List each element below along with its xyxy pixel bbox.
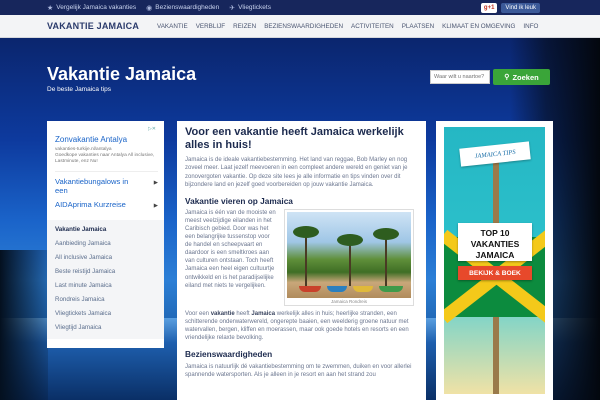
section-paragraph-2: Voor een vakantie heeft Jamaica werkelij… bbox=[185, 310, 418, 342]
nav-menu: Vakantie Verblijf Reizen Bezienswaardigh… bbox=[157, 23, 546, 30]
plane-icon: ✈ bbox=[229, 4, 236, 12]
topbar-link-label: Vliegtickets bbox=[238, 4, 271, 11]
chevron-right-icon: ▶ bbox=[153, 203, 158, 210]
search-button[interactable]: ⚲ Zoeken bbox=[493, 69, 550, 85]
palm-leaves bbox=[373, 227, 399, 240]
social-buttons: g+1 Vind ik leuk bbox=[480, 3, 540, 13]
right-sidebar: JAMAICA TIPS TOP 10 VAKANTIES JAMAICA BE… bbox=[436, 121, 553, 400]
section-paragraph-3: Jamaica is natuurlijk dé vakantiebestemm… bbox=[185, 364, 412, 379]
topbar-link-flights[interactable]: ✈ Vliegtickets bbox=[229, 4, 271, 12]
ad-option-1[interactable]: Vakantiebungalows in een ▶ bbox=[55, 177, 158, 195]
text-span: heeft bbox=[234, 310, 252, 317]
banner-sign-title: JAMAICA TIPS bbox=[459, 141, 531, 167]
section-title-bezienswaardigheden: Bezienswaardigheden bbox=[185, 349, 273, 360]
top-bar: ★ Vergelijk Jamaica vakanties ◉ Beziensw… bbox=[0, 0, 600, 15]
nav-item-verblijf[interactable]: Verblijf bbox=[196, 23, 225, 30]
nav-item-info[interactable]: Info bbox=[523, 23, 538, 30]
ad-block: ▷✕ Zonvakantie Antalya vakanties-turkije… bbox=[47, 121, 164, 210]
sidebar-item-vliegtijd[interactable]: Vliegtijd Jamaica bbox=[55, 321, 164, 335]
nav-item-vakantie[interactable]: Vakantie bbox=[157, 23, 188, 30]
facebook-like-button[interactable]: Vind ik leuk bbox=[501, 3, 540, 13]
topbar-link-label: Bezienswaardigheden bbox=[155, 4, 220, 11]
jamaica-tips-banner[interactable]: JAMAICA TIPS TOP 10 VAKANTIES JAMAICA BE… bbox=[444, 127, 545, 394]
star-icon: ★ bbox=[47, 4, 54, 12]
sidebar-item-vakantie-jamaica[interactable]: Vakantie Jamaica bbox=[55, 223, 164, 237]
ad-option-2[interactable]: AIDAprima Kurzreise ▶ bbox=[55, 200, 158, 210]
ad-divider bbox=[55, 170, 158, 172]
sidebar-item-last-minute[interactable]: Last minute Jamaica bbox=[55, 279, 164, 293]
boat bbox=[353, 285, 373, 292]
search-input[interactable] bbox=[430, 70, 490, 84]
topbar-link-sights[interactable]: ◉ Bezienswaardigheden bbox=[146, 4, 219, 12]
sidebar-item-beste-reistijd[interactable]: Beste reistijd Jamaica bbox=[55, 265, 164, 279]
main-navbar: VAKANTIE JAMAICA Vakantie Verblijf Reize… bbox=[0, 15, 600, 38]
sidebar-item-all-inclusive[interactable]: All inclusive Jamaica bbox=[55, 251, 164, 265]
search-button-label: Zoeken bbox=[512, 72, 539, 82]
section-title-vakantie: Vakantie vieren op Jamaica bbox=[185, 195, 293, 206]
palm-trunk bbox=[385, 231, 387, 286]
facebook-like-label: Vind ik leuk bbox=[505, 5, 536, 11]
main-content: Voor een vakantie heeft Jamaica werkelij… bbox=[177, 121, 426, 400]
ad-option-label: AIDAprima Kurzreise bbox=[55, 200, 126, 210]
boat bbox=[379, 285, 403, 292]
sidebar-item-rondreis[interactable]: Rondreis Jamaica bbox=[55, 293, 164, 307]
nav-item-reizen[interactable]: Reizen bbox=[233, 23, 256, 30]
ad-description: vakanties-turkije.nl/antalya Goedkope va… bbox=[55, 147, 155, 164]
bold-text: Jamaica bbox=[251, 310, 276, 317]
site-logo[interactable]: VAKANTIE JAMAICA bbox=[47, 21, 139, 31]
ad-title-link[interactable]: Zonvakantie Antalya bbox=[55, 135, 158, 144]
palm-leaves bbox=[293, 225, 319, 238]
nav-item-klimaat[interactable]: Klimaat en omgeving bbox=[442, 23, 515, 30]
banner-sign-main: TOP 10 VAKANTIES JAMAICA bbox=[458, 223, 532, 261]
nav-item-plaatsen[interactable]: Plaatsen bbox=[402, 23, 434, 30]
nav-item-bezienswaardigheden[interactable]: Bezienswaardigheden bbox=[264, 23, 343, 30]
banner-cta-button[interactable]: BEKIJK & BOEK bbox=[458, 266, 532, 280]
bold-text: vakantie bbox=[210, 310, 235, 317]
ad-option-label: Vakantiebungalows in een bbox=[55, 176, 129, 196]
boat bbox=[299, 285, 321, 292]
article-photo[interactable]: Jamaica Rondreis bbox=[284, 208, 414, 306]
palm-leaves bbox=[337, 233, 363, 246]
section-paragraph: Jamaica is één van de mooiste en meest v… bbox=[185, 209, 276, 289]
photo-caption: Jamaica Rondreis bbox=[330, 298, 367, 304]
topbar-link-label: Vergelijk Jamaica vakanties bbox=[56, 4, 137, 11]
topbar-link-compare[interactable]: ★ Vergelijk Jamaica vakanties bbox=[47, 4, 136, 12]
page-title: Voor een vakantie heeft Jamaica werkelij… bbox=[185, 126, 404, 152]
left-sidebar: ▷✕ Zonvakantie Antalya vakanties-turkije… bbox=[47, 121, 164, 348]
text-span: Voor een bbox=[185, 310, 211, 317]
eye-icon: ◉ bbox=[146, 4, 153, 12]
beach-boats-image bbox=[287, 211, 411, 298]
chevron-right-icon: ▶ bbox=[153, 179, 158, 186]
ad-choices-icon[interactable]: ▷✕ bbox=[148, 126, 156, 132]
sidebar-item-aanbieding[interactable]: Aanbieding Jamaica bbox=[55, 237, 164, 251]
background-palm-silhouette-left bbox=[0, 250, 48, 400]
section-text-column: Jamaica is één van de mooiste en meest v… bbox=[185, 209, 277, 306]
hero-title: Vakantie Jamaica bbox=[47, 64, 197, 84]
gplus-button[interactable]: g+1 bbox=[480, 3, 498, 13]
nav-item-activiteiten[interactable]: Activiteiten bbox=[351, 23, 394, 30]
intro-paragraph: Jamaica is de ideale vakantiebestemming.… bbox=[185, 157, 408, 188]
sidebar-item-vliegtickets[interactable]: Vliegtickets Jamaica bbox=[55, 307, 164, 321]
boat bbox=[327, 285, 347, 292]
sidebar-nav: Vakantie Jamaica Aanbieding Jamaica All … bbox=[47, 219, 164, 340]
hero-subtitle: De beste Jamaica tips bbox=[47, 86, 111, 93]
section-body-wrap: Jamaica is één van de mooiste en meest v… bbox=[185, 208, 418, 306]
search-icon: ⚲ bbox=[504, 74, 510, 81]
